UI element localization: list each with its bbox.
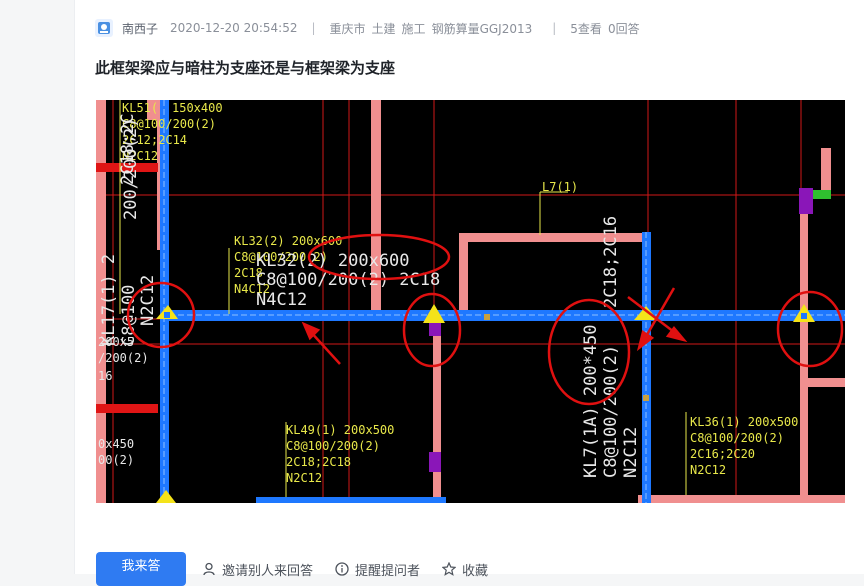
cad-label: N2C12 [621,427,641,478]
meta-separator: | [552,21,557,35]
post-datetime: 2020-12-20 20:54:52 [170,21,298,35]
cad-label: 2C18;2C18 [286,455,351,469]
tag-category[interactable]: 土建 [372,20,396,37]
remind-asker-label: 提醒提问者 [355,563,421,579]
cad-label: 150x400 [172,101,223,115]
answer-button[interactable]: 我来答 [96,552,186,586]
cad-label: /200(2) [98,351,149,365]
cad-label: KL36(1) 200x500 [690,415,798,429]
tag-stage[interactable]: 施工 [402,20,426,37]
invite-answer-label: 邀请别人来回答 [222,563,314,579]
cad-label: C8@100/200(2) [690,431,784,445]
cad-label: N2C12 [690,463,726,477]
cad-label: C8@100/200(2) [601,345,621,478]
invite-answer-link[interactable]: 邀请别人来回答 [202,560,313,579]
post-meta: 南西子 2020-12-20 20:54:52 | 重庆市 土建 施工 钢筋算量… [95,17,646,39]
remind-asker-link[interactable]: 提醒提问者 [335,560,420,579]
favorite-label: 收藏 [462,563,489,579]
favorite-link[interactable]: 收藏 [442,560,488,579]
cad-label: L7(1) [542,180,578,194]
cad-drawing-image[interactable]: KL51( 150x400 C8@100/200(2) 2C12;2C14 N2… [96,100,845,503]
cad-label: 16 [98,369,112,383]
cad-label: N2C12 [286,471,322,485]
tag-region[interactable]: 重庆市 [330,20,366,37]
cad-label: KL7(1A) 200*450 [581,324,601,478]
cad-label: KL51( [122,101,158,115]
cad-label: 00(2) [98,453,134,467]
cad-label: C8@100/200(2) 2C18 [256,270,440,290]
cad-label: KL32(2) 200x600 [256,251,410,271]
cad-label: 2C18;2C [118,113,138,185]
action-bar: 我来答 邀请别人来回答 提醒提问者 收藏 [96,552,510,586]
meta-separator: | [311,21,316,35]
cad-label: C8@100/200(2) [286,439,380,453]
view-count: 5查看 [570,21,602,36]
cad-drawing: KL51( 150x400 C8@100/200(2) 2C12;2C14 N2… [96,100,845,503]
cad-label: KL32(2) 200x600 [234,234,342,248]
question-card: 南西子 2020-12-20 20:54:52 | 重庆市 土建 施工 钢筋算量… [74,0,864,586]
cad-label: KL17(1) 2 [99,254,119,346]
avatar[interactable] [95,19,113,37]
markup-arrows [301,287,688,365]
tag-software[interactable]: 钢筋算量GGJ2013 [432,20,533,37]
cad-label: KL49(1) 200x500 [286,423,394,437]
author-name[interactable]: 南西子 [122,20,158,37]
cad-label: N4C12 [256,290,307,310]
cad-label: 2C18;2C16 [601,216,621,308]
answer-count: 0回答 [607,21,640,36]
cad-label: 2C16;2C20 [690,447,755,461]
cad-label: 0x450 [98,437,134,451]
question-title: 此框架梁应与暗柱为支座还是与框架梁为支座 [95,59,396,77]
avatar-icon [98,22,110,34]
